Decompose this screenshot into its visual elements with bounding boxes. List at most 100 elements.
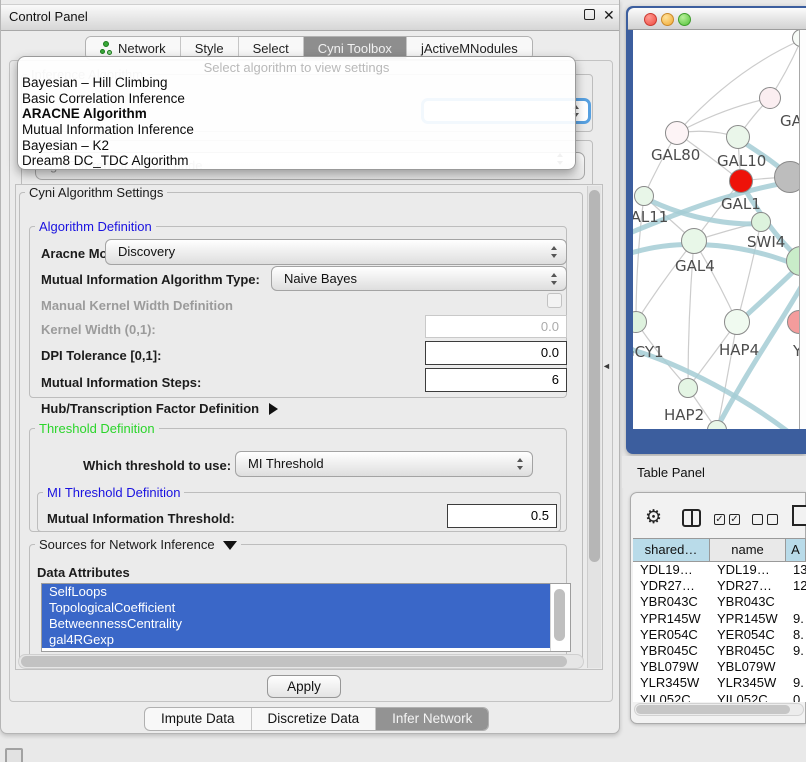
table-cell: 8. [786, 627, 806, 643]
mouse-cursor: ◄ [602, 361, 611, 371]
aracne-mode-combo[interactable]: Discovery [105, 239, 567, 265]
threshold-definition-title: Threshold Definition [35, 421, 159, 436]
list-item[interactable]: BetweennessCentrality [42, 616, 550, 632]
table-row[interactable]: YBR045CYBR045C9. [633, 643, 806, 659]
node-attribute-table[interactable]: shared…nameAYDL19…YDL19…13YDR27…YDR27…12… [633, 538, 806, 702]
which-threshold-combo[interactable]: MI Threshold [235, 451, 533, 477]
table-row[interactable]: YDL19…YDL19…13 [633, 562, 806, 578]
tab-impute-data[interactable]: Impute Data [145, 708, 252, 730]
deselect-all-checkbox2-icon[interactable] [767, 514, 778, 525]
table-cell: YDL19… [633, 562, 710, 578]
table-cell: YBR045C [710, 643, 786, 659]
zoom-traffic-light-icon[interactable] [678, 13, 691, 26]
select-all-checkbox2-icon[interactable]: ✓ [729, 514, 740, 525]
table-cell: YPR145W [710, 611, 786, 627]
document-icon[interactable] [792, 505, 806, 526]
column-header-name[interactable]: name [710, 539, 786, 561]
mi-type-combo[interactable]: Naive Bayes [271, 266, 567, 291]
dropdown-item[interactable]: Bayesian – K2 [22, 138, 572, 154]
table-row[interactable]: YBR043CYBR043C [633, 594, 806, 610]
table-cell: YIL052C [710, 692, 786, 703]
node-gal80[interactable] [665, 121, 689, 145]
list-item[interactable]: SelfLoops [42, 584, 550, 600]
data-attributes-list[interactable]: SelfLoopsTopologicalCoefficientBetweenne… [41, 583, 571, 652]
combo-spinner-icon [551, 246, 558, 258]
list-item[interactable]: gal4RGexp [42, 632, 550, 648]
mi-threshold-field[interactable]: 0.5 [447, 504, 557, 528]
node-gal4[interactable] [681, 228, 707, 254]
dropdown-item[interactable]: ARACNE Algorithm [22, 106, 572, 122]
list-item[interactable]: TopologicalCoefficient [42, 600, 550, 616]
node-gal1[interactable] [729, 169, 753, 193]
attr-list-scrollbar-thumb[interactable] [554, 589, 565, 641]
node-hap4[interactable] [724, 309, 750, 335]
node-gal1-label: GAL1 [721, 195, 761, 213]
settings-scrollbar-thumb[interactable] [589, 190, 600, 562]
table-row[interactable]: YER054CYER054C8. [633, 627, 806, 643]
network-icon [100, 41, 113, 56]
apply-button[interactable]: Apply [267, 675, 341, 698]
table-row[interactable]: YPR145WYPR145W9. [633, 611, 806, 627]
node-swi4-label: SWI4 [747, 233, 785, 251]
table-row[interactable]: YIL052CYIL052C0. [633, 692, 806, 703]
node-gal7[interactable] [759, 87, 781, 109]
table-cell: YBL079W [633, 659, 710, 675]
kernel-width-label: Kernel Width (0,1): [41, 322, 156, 337]
dpi-tolerance-label: DPI Tolerance [0,1]: [41, 348, 161, 363]
table-panel-title: Table Panel [637, 465, 705, 480]
mi-steps-field[interactable]: 6 [425, 368, 567, 392]
tab-discretize-data[interactable]: Discretize Data [252, 708, 377, 730]
table-row[interactable]: YBL079WYBL079W [633, 659, 806, 675]
table-hscrollbar-thumb[interactable] [636, 705, 790, 714]
table-cell: YDR27… [633, 578, 710, 594]
mi-steps-label: Mutual Information Steps: [41, 375, 201, 390]
column-header-shared…[interactable]: shared… [633, 539, 710, 561]
node-gray[interactable] [774, 161, 799, 193]
kernel-width-field[interactable]: 0.0 [425, 315, 567, 338]
bottom-tabstrip: Impute DataDiscretize DataInfer Network [144, 707, 489, 731]
deselect-all-checkbox-icon[interactable] [752, 514, 763, 525]
table-cell: YBR045C [633, 643, 710, 659]
node-gal10[interactable] [726, 125, 750, 149]
cyni-settings-title: Cyni Algorithm Settings [25, 185, 167, 200]
table-cell: YLR345W [633, 675, 710, 691]
algorithm-dropdown-popup: Select algorithm to view settings Bayesi… [17, 56, 576, 170]
manual-kernel-checkbox[interactable] [547, 293, 562, 308]
node-hap2-label: HAP2 [664, 406, 704, 424]
column-header-A[interactable]: A [786, 539, 806, 561]
table-cell: 9. [786, 643, 806, 659]
dropdown-item[interactable]: Bayesian – Hill Climbing [22, 75, 572, 91]
close-traffic-light-icon[interactable] [644, 13, 657, 26]
dropdown-item[interactable]: Basic Correlation Inference [22, 91, 572, 107]
table-cell: 0. [786, 692, 806, 703]
select-all-checkbox-icon[interactable]: ✓ [714, 514, 725, 525]
dpi-tolerance-field[interactable]: 0.0 [425, 341, 567, 365]
table-cell: 9. [786, 611, 806, 627]
settings-hscrollbar-thumb[interactable] [21, 656, 567, 667]
sources-title[interactable]: Sources for Network Inference [35, 537, 241, 552]
node-swi4[interactable] [751, 212, 771, 232]
tab-infer-network[interactable]: Infer Network [376, 708, 488, 730]
dock-square-icon[interactable] [5, 748, 23, 762]
close-icon[interactable]: ✕ [603, 9, 615, 21]
table-cell: YER054C [633, 627, 710, 643]
network-canvas[interactable]: GALGAL80GAL10GAL1GAL11SWI4GAL4GCY1HAP4YH… [633, 30, 799, 429]
algorithm-definition-title: Algorithm Definition [35, 219, 156, 234]
control-panel-titlebar[interactable] [1, 4, 619, 31]
columns-icon[interactable] [682, 509, 701, 527]
float-window-icon[interactable] [584, 9, 595, 20]
dropdown-item[interactable]: Dream8 DC_TDC Algorithm [22, 153, 572, 169]
dropdown-item[interactable]: Mutual Information Inference [22, 122, 572, 138]
expand-right-icon [269, 403, 278, 415]
gear-icon[interactable]: ⚙ [645, 506, 662, 529]
control-panel-title: Control Panel [9, 9, 88, 24]
mi-threshold-label: Mutual Information Threshold: [47, 511, 235, 526]
hub-definition-toggle[interactable]: Hub/Transcription Factor Definition [41, 401, 278, 416]
dropdown-item-list: Bayesian – Hill ClimbingBasic Correlatio… [22, 75, 572, 169]
node-gal11[interactable] [634, 186, 654, 206]
minimize-traffic-light-icon[interactable] [661, 13, 674, 26]
node-hap2[interactable] [678, 378, 698, 398]
table-row[interactable]: YDR27…YDR27…12 [633, 578, 806, 594]
table-row[interactable]: YLR345WYLR345W9. [633, 675, 806, 691]
node-gcy1-label: GCY1 [633, 343, 664, 361]
